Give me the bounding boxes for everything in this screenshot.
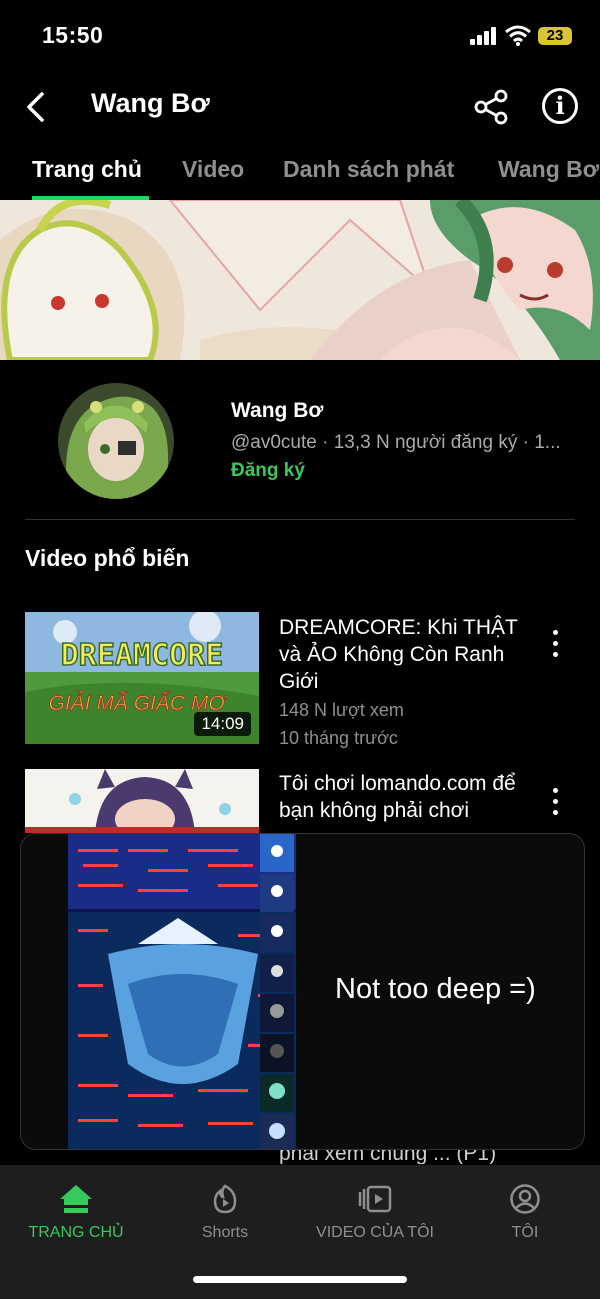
battery-indicator: 23 [538, 27, 572, 45]
shorts-icon [213, 1184, 237, 1214]
video-views: 148 N lượt xem [279, 700, 404, 720]
popup-caption: Not too deep =) [335, 973, 536, 1005]
more-options-icon[interactable] [550, 630, 560, 658]
video-thumbnail[interactable] [25, 769, 259, 833]
nav-my-videos-label: VIDEO CỦA TÔI [316, 1224, 434, 1241]
back-arrow-icon[interactable] [22, 90, 52, 124]
video-age: 10 tháng trước [279, 728, 398, 748]
my-videos-icon [358, 1185, 392, 1213]
nav-my-videos[interactable]: VIDEO CỦA TÔI [310, 1183, 440, 1242]
nav-profile[interactable]: TÔI [490, 1183, 560, 1242]
home-icon [60, 1185, 92, 1213]
tab-home[interactable]: Trang chủ [32, 156, 142, 183]
cellular-signal-icon [470, 27, 498, 45]
channel-avatar[interactable] [58, 383, 174, 499]
wifi-icon [505, 25, 531, 46]
profile-icon [510, 1184, 540, 1214]
nav-home-label: TRANG CHỦ [28, 1224, 124, 1241]
info-icon[interactable]: i [542, 88, 578, 124]
tab-channel[interactable]: Wang Bơ [498, 156, 599, 183]
channel-tabs: Trang chủ Video Danh sách phát Wang Bơ [0, 150, 600, 200]
nav-home[interactable]: TRANG CHỦ [20, 1183, 132, 1242]
nav-shorts-label: Shorts [201, 1224, 249, 1241]
video-title[interactable]: Tôi chơi lomando.com để bạn không phải c… [279, 770, 529, 830]
status-time: 15:50 [42, 22, 104, 48]
channel-name: Wang Bơ [231, 399, 324, 422]
nav-profile-label: TÔI [511, 1224, 539, 1241]
tab-playlists[interactable]: Danh sách phát [283, 156, 454, 183]
subscribe-button[interactable]: Đăng ký [231, 460, 305, 482]
section-title: Video phổ biến [25, 545, 190, 571]
channel-banner [0, 200, 600, 360]
video-title[interactable]: DREAMCORE: Khi THẬT và ẢO Không Còn Ranh… [279, 614, 529, 695]
video-duration: 14:09 [194, 712, 251, 736]
share-icon[interactable] [472, 88, 510, 126]
home-indicator[interactable] [193, 1276, 407, 1283]
divider [25, 519, 575, 520]
tab-video[interactable]: Video [182, 156, 244, 183]
page-title: Wang Bơ [91, 88, 210, 118]
nav-shorts[interactable]: Shorts [180, 1183, 270, 1242]
video-thumbnail[interactable]: DREAMCORE GIẢI MÃ GIẤC MƠ 14:09 [25, 612, 259, 744]
channel-meta: @av0cute · 13,3 N người đăng ký · 1... [231, 432, 561, 453]
more-options-icon[interactable] [550, 788, 560, 816]
thumb-title-text: DREAMCORE [61, 638, 224, 673]
